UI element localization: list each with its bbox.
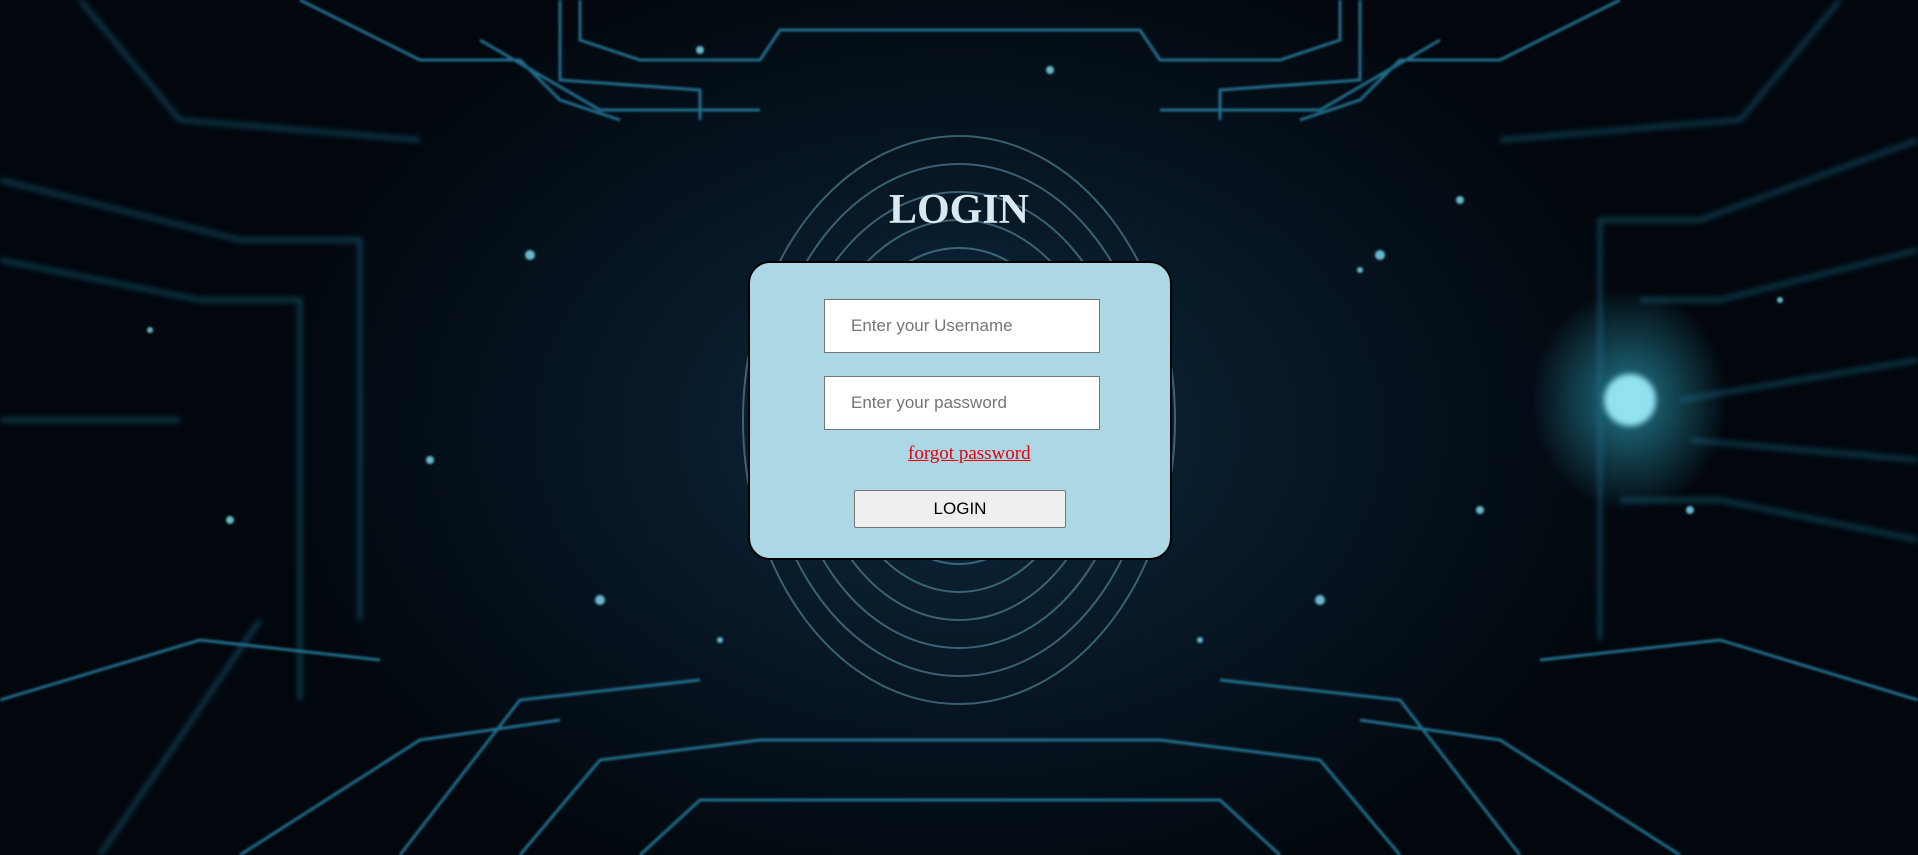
login-button[interactable]: LOGIN (854, 490, 1066, 528)
login-page: LOGIN forgot password LOGIN (0, 0, 1918, 855)
username-field[interactable] (824, 299, 1100, 353)
password-field[interactable] (824, 376, 1100, 430)
login-card: forgot password LOGIN (748, 261, 1172, 560)
forgot-password-link[interactable]: forgot password (908, 443, 1031, 465)
page-title: LOGIN (888, 187, 1030, 233)
